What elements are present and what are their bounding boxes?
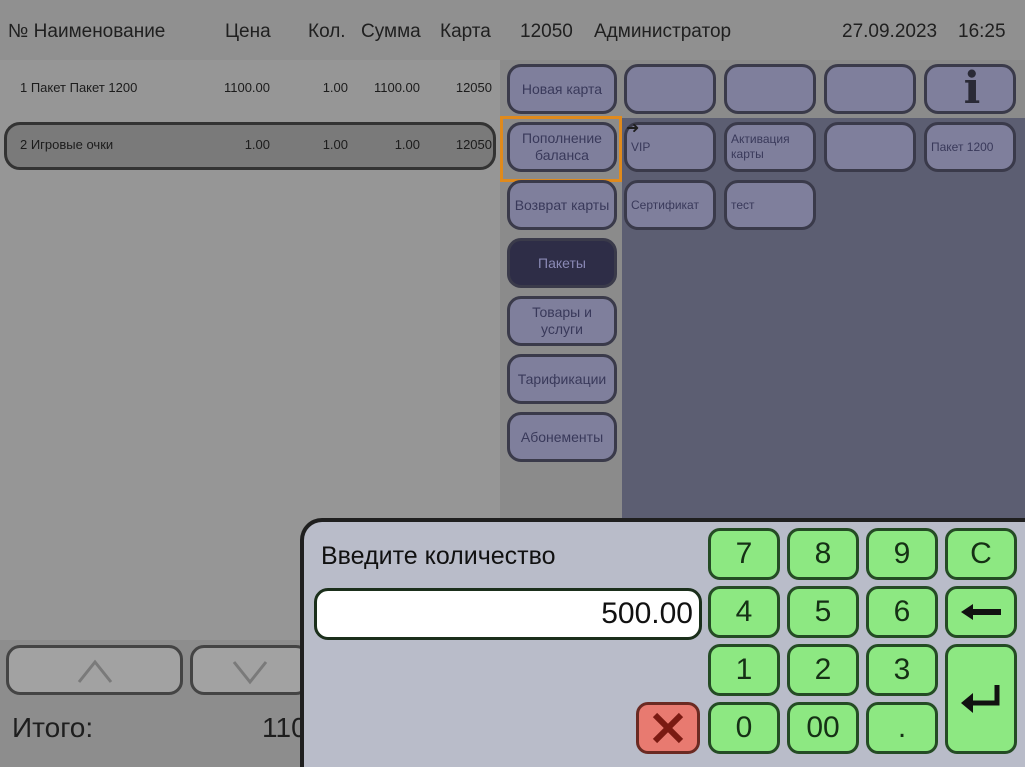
time: 16:25: [958, 21, 1006, 42]
category-subscriptions[interactable]: Абонементы: [507, 412, 617, 462]
info-button[interactable]: i: [924, 64, 1016, 114]
column-qty: Кол.: [308, 21, 346, 42]
order-row-selected[interactable]: 2 Игровые очки 1.00 1.00 1.00 12050: [4, 122, 496, 170]
category-tariffs[interactable]: Тарификации: [507, 354, 617, 404]
scroll-down-button[interactable]: [190, 645, 310, 695]
item-qty: 1.00: [322, 137, 348, 152]
tile-test[interactable]: тест: [724, 180, 816, 230]
column-price: Цена: [225, 21, 271, 42]
tile-empty-1[interactable]: [624, 64, 716, 114]
item-price: 1.00: [244, 137, 270, 152]
tile-card-activation[interactable]: Активация карты: [724, 122, 816, 172]
item-name: 1 Пакет Пакет 1200: [20, 80, 138, 95]
chevron-up-icon: [77, 659, 112, 683]
key-5[interactable]: 5: [787, 586, 859, 638]
category-card-return[interactable]: Возврат карты: [507, 180, 617, 230]
backspace-button[interactable]: [945, 586, 1017, 638]
chevron-down-icon: [232, 661, 268, 685]
header-bar: № Наименование Цена Кол. Сумма Карта 120…: [0, 0, 1025, 60]
key-9[interactable]: 9: [866, 528, 938, 580]
tile-empty-2[interactable]: [724, 64, 816, 114]
key-1[interactable]: 1: [708, 644, 780, 696]
tile-area: [622, 118, 1025, 520]
category-new-card[interactable]: Новая карта: [507, 64, 617, 114]
total-value: 1101.00: [262, 712, 302, 743]
key-6[interactable]: 6: [866, 586, 938, 638]
key-8[interactable]: 8: [787, 528, 859, 580]
quantity-input[interactable]: 500.00: [314, 588, 702, 640]
tile-certificate[interactable]: Сертификат: [624, 180, 716, 230]
pos-screen: № Наименование Цена Кол. Сумма Карта 120…: [0, 0, 1025, 767]
quantity-dialog: Введите количество 500.00 7 8 9 C 4 5 6 …: [300, 518, 1025, 767]
arrow-right-icon: ➜: [626, 120, 640, 137]
focus-highlight: [500, 116, 622, 182]
column-number-name: № Наименование: [8, 21, 166, 42]
dialog-title: Введите количество: [321, 542, 556, 570]
key-00[interactable]: 00: [787, 702, 859, 754]
card-number: 12050: [520, 21, 573, 42]
order-row[interactable]: 1 Пакет Пакет 1200 1100.00 1.00 1100.00 …: [4, 65, 496, 113]
tile-empty-4[interactable]: [824, 122, 916, 172]
item-sum: 1.00: [394, 137, 420, 152]
column-sum: Сумма: [361, 21, 421, 42]
key-2[interactable]: 2: [787, 644, 859, 696]
category-packages[interactable]: Пакеты: [507, 238, 617, 288]
tile-package-1200[interactable]: Пакет 1200: [924, 122, 1016, 172]
key-dot[interactable]: .: [866, 702, 938, 754]
item-sum: 1100.00: [373, 80, 420, 95]
backspace-arrow-icon: [961, 604, 1001, 620]
key-4[interactable]: 4: [708, 586, 780, 638]
item-price: 1100.00: [223, 80, 270, 95]
item-card: 12050: [455, 137, 492, 152]
tile-empty-3[interactable]: [824, 64, 916, 114]
date: 27.09.2023: [842, 21, 938, 42]
key-0[interactable]: 0: [708, 702, 780, 754]
key-7[interactable]: 7: [708, 528, 780, 580]
enter-icon: [961, 685, 1000, 713]
column-card: Карта: [440, 21, 491, 42]
user-role: Администратор: [594, 21, 732, 42]
category-goods-services[interactable]: Товары и услуги: [507, 296, 617, 346]
item-card: 12050: [455, 80, 492, 95]
key-3[interactable]: 3: [866, 644, 938, 696]
enter-button[interactable]: [945, 644, 1017, 754]
cancel-button[interactable]: [636, 702, 700, 754]
total-label: Итого:: [12, 712, 94, 743]
info-icon: i: [963, 63, 981, 114]
scroll-up-button[interactable]: [6, 645, 183, 695]
item-qty: 1.00: [322, 80, 348, 95]
clear-button[interactable]: C: [945, 528, 1017, 580]
close-icon: [652, 712, 684, 744]
item-name: 2 Игровые очки: [20, 137, 114, 152]
